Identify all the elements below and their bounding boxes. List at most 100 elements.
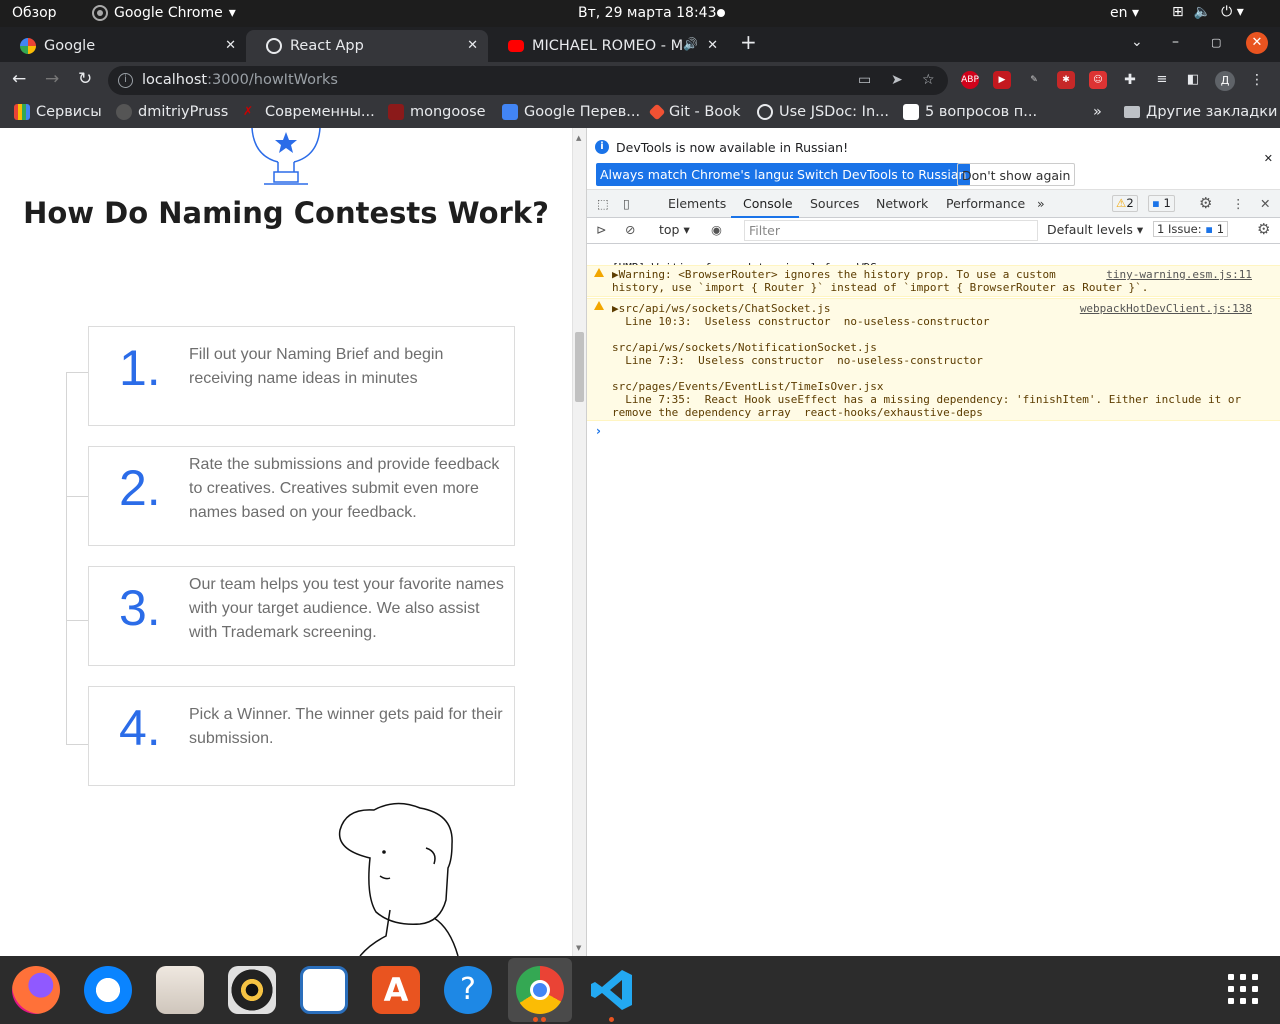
close-icon[interactable]: ✕ bbox=[707, 38, 718, 53]
firefox-icon[interactable] bbox=[12, 966, 60, 1014]
bookmark-label: Сервисы bbox=[36, 104, 102, 120]
chevron-down-icon: ▾ bbox=[228, 5, 236, 21]
sidebar-toggle-icon[interactable]: ⊳ bbox=[596, 222, 606, 237]
bookmark-questions[interactable]: 5 вопросов п... bbox=[903, 104, 1037, 120]
console-filter-input[interactable]: Filter bbox=[744, 220, 1038, 241]
globe-icon bbox=[266, 38, 282, 54]
scroll-up-arrow[interactable]: ▲ bbox=[576, 134, 581, 142]
tab-sources[interactable]: Sources bbox=[810, 196, 859, 211]
profile-avatar[interactable]: Д bbox=[1215, 71, 1235, 91]
adblock-icon[interactable]: ABP bbox=[961, 71, 979, 89]
inspect-element-icon[interactable]: ⬚ bbox=[597, 196, 609, 211]
reading-list-icon[interactable]: ≡ bbox=[1153, 71, 1171, 89]
tab-elements[interactable]: Elements bbox=[668, 196, 726, 211]
tab-search-icon[interactable]: ⌄ bbox=[1131, 34, 1143, 50]
rhythmbox-icon[interactable] bbox=[228, 966, 276, 1014]
source-link[interactable]: tiny-warning.esm.js:11 bbox=[1106, 268, 1252, 281]
settings-gear-icon[interactable]: ⚙ bbox=[1199, 194, 1212, 212]
info-icon[interactable]: i bbox=[118, 73, 133, 88]
help-icon[interactable]: ? bbox=[444, 966, 492, 1014]
extension-person-icon[interactable]: ☺ bbox=[1089, 71, 1107, 89]
clear-console-icon[interactable]: ⊘ bbox=[625, 222, 635, 237]
close-icon[interactable]: ✕ bbox=[467, 38, 478, 53]
bookmark-mongoose[interactable]: mongoose bbox=[388, 104, 486, 120]
url-path: :3000/howItWorks bbox=[207, 72, 338, 88]
keyboard-layout[interactable]: en ▾ bbox=[1110, 5, 1139, 21]
bookmark-modern[interactable]: ✗ Современны... bbox=[243, 104, 375, 120]
issues-button[interactable]: 1 Issue: ▪ 1 bbox=[1153, 221, 1229, 237]
extensions-puzzle-icon[interactable]: ✚ bbox=[1121, 71, 1139, 89]
tab-google[interactable]: Google ✕ bbox=[0, 30, 246, 62]
more-tabs-icon[interactable]: » bbox=[1037, 196, 1045, 211]
back-button[interactable]: ← bbox=[12, 69, 26, 89]
context-selector[interactable]: top ▾ bbox=[659, 222, 690, 237]
app-menu[interactable]: Google Chrome ▾ bbox=[92, 5, 236, 21]
bookmark-github[interactable]: dmitriyPruss bbox=[116, 104, 228, 120]
console-prompt[interactable]: › bbox=[596, 424, 601, 438]
page-scrollbar[interactable]: ▲ ▼ bbox=[572, 128, 586, 956]
tab-label: React App bbox=[290, 38, 364, 54]
match-language-button[interactable]: Always match Chrome's language bbox=[596, 163, 817, 186]
tab-console[interactable]: Console bbox=[743, 196, 793, 211]
kebab-menu-icon[interactable]: ⋮ bbox=[1232, 196, 1245, 211]
files-icon[interactable] bbox=[156, 966, 204, 1014]
tab-performance[interactable]: Performance bbox=[946, 196, 1025, 211]
devtools-tabs: ⬚ ▯ Elements Console Sources Network Per… bbox=[587, 190, 1280, 218]
source-link[interactable]: webpackHotDevClient.js:138 bbox=[1080, 302, 1252, 315]
tab-network[interactable]: Network bbox=[876, 196, 928, 211]
warnings-badge[interactable]: ⚠2 bbox=[1112, 195, 1138, 212]
kebab-menu-icon[interactable]: ⋮ bbox=[1248, 71, 1266, 89]
issues-count: 1 bbox=[1216, 222, 1225, 236]
console-warning: ▶Warning: <BrowserRouter> ignores the hi… bbox=[587, 265, 1280, 297]
address-bar[interactable]: i localhost:3000/howItWorks ▭ ➤ ☆ bbox=[108, 66, 948, 95]
activities-button[interactable]: Обзор bbox=[12, 5, 57, 21]
send-icon[interactable]: ➤ bbox=[891, 66, 903, 95]
bookmark-translate[interactable]: Google Перев... bbox=[502, 104, 640, 120]
system-menu[interactable]: ⊞ 🔈 ⏻ ▾ bbox=[1172, 4, 1244, 20]
console-message-text[interactable]: ▶src/api/ws/sockets/ChatSocket.js Line 1… bbox=[612, 302, 1241, 419]
show-applications-button[interactable] bbox=[1228, 974, 1260, 1006]
eyedropper-icon[interactable]: ✎ bbox=[1025, 71, 1043, 89]
bookmark-git-book[interactable]: Git - Book bbox=[648, 103, 741, 121]
forward-button[interactable]: → bbox=[45, 69, 59, 89]
thunderbird-icon[interactable] bbox=[84, 966, 132, 1014]
close-icon[interactable]: ✕ bbox=[225, 38, 236, 53]
tab-youtube[interactable]: MICHAEL ROMEO - Me 🔊 ✕ bbox=[488, 30, 728, 62]
writer-icon[interactable] bbox=[300, 966, 348, 1014]
scroll-thumb[interactable] bbox=[575, 332, 584, 402]
maximize-button[interactable]: ▢ bbox=[1211, 36, 1221, 49]
bookmarks-overflow[interactable]: » bbox=[1093, 104, 1102, 120]
reader-icon[interactable]: ▭ bbox=[858, 66, 871, 95]
browser-toolbar: ← → ↻ i localhost:3000/howItWorks ▭ ➤ ☆ … bbox=[0, 62, 1280, 98]
bookmark-other[interactable]: Другие закладки bbox=[1124, 104, 1277, 120]
side-panel-icon[interactable]: ◧ bbox=[1184, 71, 1202, 89]
step-text: Rate the submissions and provide feedbac… bbox=[189, 456, 500, 521]
chrome-icon[interactable] bbox=[516, 966, 564, 1014]
close-icon[interactable]: ✕ bbox=[1264, 152, 1273, 165]
bookmark-apps[interactable]: Сервисы bbox=[14, 104, 102, 120]
switch-language-button[interactable]: Switch DevTools to Russian bbox=[793, 163, 971, 186]
window-close-button[interactable]: ✕ bbox=[1246, 32, 1268, 54]
scroll-down-arrow[interactable]: ▼ bbox=[576, 944, 581, 952]
audio-icon[interactable]: 🔊 bbox=[683, 37, 698, 51]
log-levels-dropdown[interactable]: Default levels ▾ bbox=[1047, 222, 1143, 237]
console-settings-icon[interactable]: ⚙ bbox=[1257, 220, 1270, 238]
extension-bug-icon[interactable]: ✱ bbox=[1057, 71, 1075, 89]
vscode-icon[interactable] bbox=[588, 966, 636, 1014]
running-indicator bbox=[541, 1017, 546, 1022]
minimize-button[interactable]: – bbox=[1172, 34, 1179, 50]
software-store-icon[interactable]: A bbox=[372, 966, 420, 1014]
dont-show-again-button[interactable]: Don't show again bbox=[957, 163, 1076, 186]
new-tab-button[interactable]: + bbox=[740, 30, 757, 54]
bookmark-jsdoc[interactable]: Use JSDoc: In... bbox=[757, 104, 889, 120]
eye-icon[interactable]: ◉ bbox=[711, 222, 722, 237]
console-message-text[interactable]: ▶Warning: <BrowserRouter> ignores the hi… bbox=[612, 268, 1148, 294]
device-toolbar-icon[interactable]: ▯ bbox=[623, 196, 630, 211]
tab-react-app[interactable]: React App ✕ bbox=[246, 30, 488, 62]
clock[interactable]: Вт, 29 марта 18:43 bbox=[578, 5, 716, 21]
star-icon[interactable]: ☆ bbox=[922, 66, 935, 95]
extension-red-icon[interactable]: ▶ bbox=[993, 71, 1011, 89]
reload-button[interactable]: ↻ bbox=[78, 69, 92, 89]
close-devtools-icon[interactable]: ✕ bbox=[1260, 196, 1270, 211]
messages-badge[interactable]: ▪ 1 bbox=[1148, 195, 1175, 212]
